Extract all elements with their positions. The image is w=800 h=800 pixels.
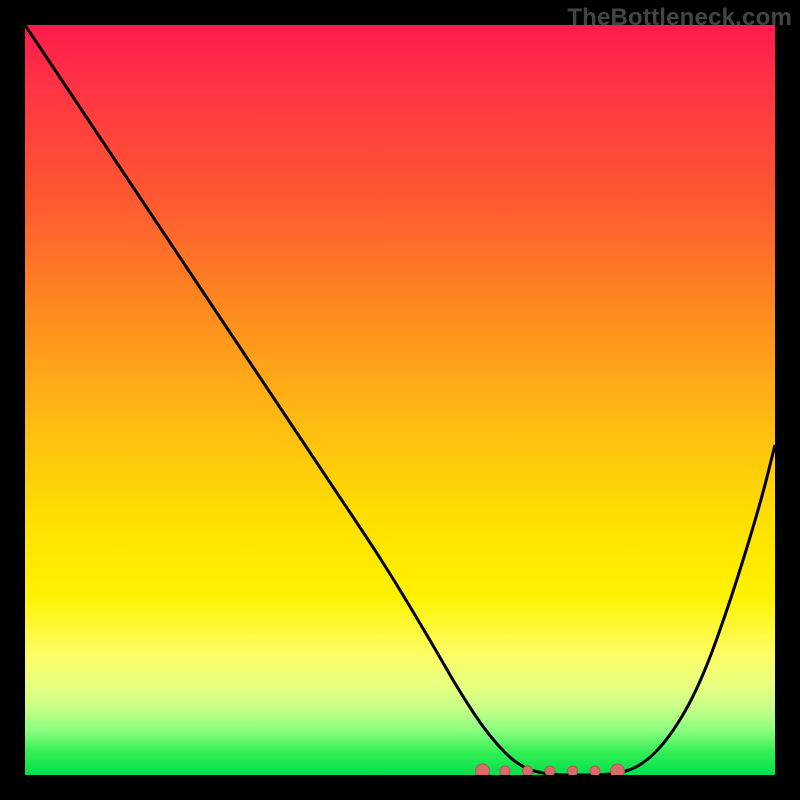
minimum-marker [611, 764, 625, 775]
watermark-text: TheBottleneck.com [567, 4, 792, 32]
minimum-marker [545, 766, 555, 775]
chart-plot-area [25, 25, 775, 775]
minimum-marker [500, 766, 510, 775]
minimum-marker [568, 766, 578, 775]
minimum-marker [523, 766, 533, 775]
minimum-marker [476, 764, 490, 775]
bottleneck-curve-line [25, 25, 775, 775]
minimum-marker [590, 766, 600, 775]
bottleneck-curve-svg [25, 25, 775, 775]
